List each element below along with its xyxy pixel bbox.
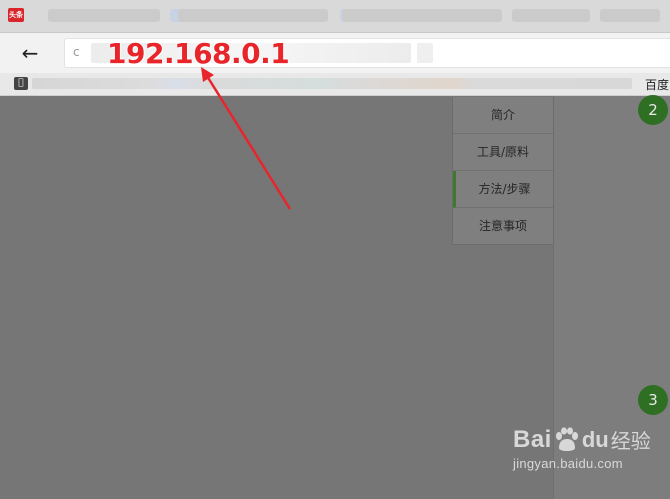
toc-item-intro[interactable]: 简介 [453, 97, 553, 134]
back-button[interactable]: ← [16, 40, 44, 66]
back-arrow-icon: ← [21, 41, 39, 65]
tab-blurred[interactable] [178, 9, 328, 22]
bookmarks-bar:  百度 [0, 73, 670, 96]
navigation-toolbar: ← c 192.168.0.1 [0, 33, 670, 73]
url-annotation-text: 192.168.0.1 [107, 37, 290, 70]
table-of-contents: 简介 工具/原料 方法/步骤 注意事项 [452, 97, 554, 245]
tab-bar: 头条 [0, 0, 670, 33]
baidu-paw-icon [555, 426, 578, 451]
app-logo-icon[interactable]: 头条 [8, 8, 24, 22]
apple-icon[interactable]:  [14, 77, 28, 90]
toc-item-tools[interactable]: 工具/原料 [453, 134, 553, 171]
tab-blurred[interactable] [512, 9, 590, 22]
watermark-brand-right: du [581, 426, 609, 452]
toc-item-steps[interactable]: 方法/步骤 [453, 171, 553, 208]
address-bar[interactable]: c 192.168.0.1 [64, 37, 670, 70]
bookmark-baidu[interactable]: 百度 [645, 76, 669, 93]
watermark-brand-left: Bai [513, 425, 552, 453]
address-bar-leading-glyph: c [73, 45, 80, 59]
tab-blurred[interactable] [600, 9, 660, 22]
tab-blurred[interactable] [342, 9, 502, 22]
step-number-badge: 3 [638, 385, 668, 415]
bookmarks-blurred[interactable] [32, 78, 632, 89]
tab-blurred[interactable] [48, 9, 160, 22]
toc-item-notes[interactable]: 注意事项 [453, 208, 553, 244]
watermark-url: jingyan.baidu.com [513, 456, 623, 471]
step-number-badge: 2 [638, 95, 668, 125]
address-bar-blurred-text [417, 43, 433, 63]
watermark-brand-cn: 经验 [610, 429, 651, 453]
baidu-jingyan-watermark: Bai du 经验 jingyan.baidu.com [513, 425, 663, 489]
